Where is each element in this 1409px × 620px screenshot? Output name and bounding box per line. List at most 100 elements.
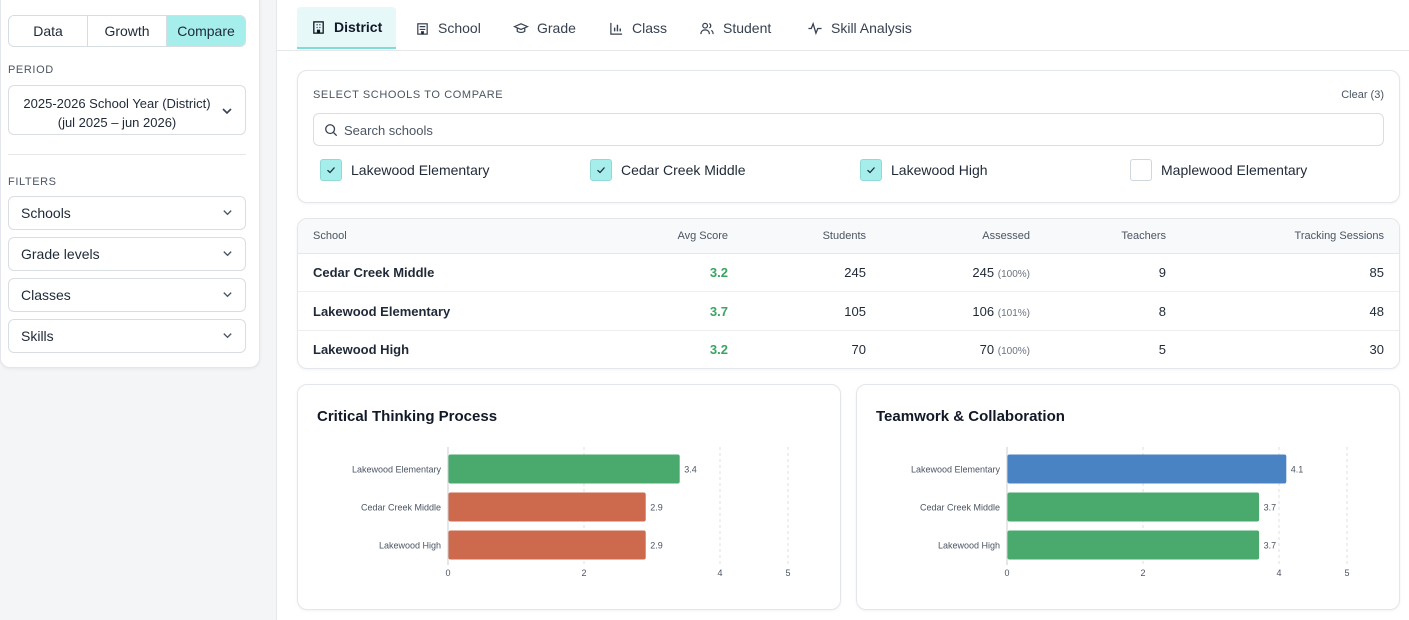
mode-growth-button[interactable]: Growth (88, 16, 167, 46)
x-tick-label: 0 (445, 568, 450, 578)
cell-assessed: 106 (101%) (972, 304, 1030, 319)
tab-student[interactable]: Student (685, 7, 785, 49)
period-line-2: (jul 2025 – jun 2026) (57, 115, 177, 130)
mode-data-button[interactable]: Data (9, 16, 88, 46)
bar-value-label: 4.1 (1291, 465, 1304, 475)
col-students: Students (822, 230, 866, 242)
checkbox[interactable] (1130, 159, 1152, 181)
chevron-down-icon (223, 333, 232, 339)
bar-value-label: 3.7 (1264, 541, 1277, 551)
period-select[interactable]: 2025-2026 School Year (District) (jul 20… (8, 85, 246, 135)
tab-class-label: Class (632, 20, 668, 36)
tab-class[interactable]: Class (595, 7, 681, 49)
col-avg-score: Avg Score (677, 230, 728, 242)
filter-grade-levels-label: Grade levels (21, 246, 100, 262)
filters-label: FILTERS (8, 176, 57, 188)
checkmark-icon (867, 167, 875, 174)
filter-skills-label: Skills (21, 328, 54, 344)
tab-grade[interactable]: Grade (499, 7, 590, 49)
category-label: Lakewood Elementary (911, 465, 1001, 475)
category-label: Cedar Creek Middle (361, 503, 441, 513)
filter-classes-label: Classes (21, 287, 71, 303)
school-checkbox-label: Lakewood High (891, 162, 988, 178)
table-row[interactable]: Lakewood Elementary 3.7 105 106 (101%) 8… (298, 293, 1399, 331)
filter-grade-levels[interactable]: Grade levels (8, 237, 246, 271)
bar (448, 530, 646, 560)
school-search (313, 113, 1384, 146)
x-tick-label: 2 (1140, 568, 1145, 578)
chevron-down-icon (223, 210, 232, 216)
bar (448, 454, 680, 484)
school-compare-selector: SELECT SCHOOLS TO COMPARE Clear (3) Lake… (297, 70, 1400, 203)
x-tick-label: 4 (1276, 568, 1281, 578)
assessed-count: 106 (972, 304, 995, 319)
bar-value-label: 2.9 (650, 503, 663, 513)
chevron-down-icon (222, 108, 232, 115)
filter-schools[interactable]: Schools (8, 196, 246, 230)
assessed-percent: (100%) (997, 346, 1030, 357)
cell-school: Lakewood High (313, 342, 410, 357)
mode-compare-button[interactable]: Compare (167, 16, 245, 46)
view-mode-toggle: Data Growth Compare (8, 15, 246, 47)
tab-skill-analysis[interactable]: Skill Analysis (793, 7, 926, 49)
school-checkbox-lakewood-high[interactable]: Lakewood High (860, 159, 988, 181)
tab-school[interactable]: School (401, 7, 495, 49)
school-checkbox-label: Maplewood Elementary (1161, 162, 1308, 178)
clear-selection-button[interactable]: Clear (3) (1341, 89, 1384, 101)
cell-school: Cedar Creek Middle (313, 265, 435, 280)
main-panel: District School Grade Class Student Skil… (276, 0, 1409, 620)
checkmark-icon (327, 167, 335, 174)
graduation-cap-icon (513, 22, 529, 33)
cell-tracking-sessions: 48 (1369, 304, 1384, 319)
school-checkbox-lakewood-elementary[interactable]: Lakewood Elementary (320, 159, 490, 181)
table-row[interactable]: Lakewood High 3.2 70 70 (100%) 5 30 (298, 332, 1399, 368)
x-tick-label: 5 (785, 568, 790, 578)
school-checkbox-cedar-creek-middle[interactable]: Cedar Creek Middle (590, 159, 746, 181)
cell-teachers: 9 (1158, 265, 1166, 280)
period-line-1: 2025-2026 School Year (District) (23, 96, 211, 111)
filter-schools-label: Schools (21, 205, 71, 221)
col-school: School (313, 230, 347, 242)
checkbox[interactable] (860, 159, 882, 181)
search-input[interactable] (344, 120, 1344, 140)
category-label: Lakewood Elementary (352, 465, 442, 475)
filter-classes[interactable]: Classes (8, 278, 246, 312)
cell-assessed: 245 (100%) (972, 265, 1030, 280)
bar-value-label: 3.4 (684, 465, 697, 475)
period-label: PERIOD (8, 64, 54, 76)
cell-avg-score: 3.2 (709, 265, 728, 280)
school-checkbox-label: Cedar Creek Middle (621, 162, 746, 178)
cell-assessed: 70 (100%) (980, 342, 1030, 357)
activity-icon (808, 21, 822, 35)
chart-card-critical-thinking: Critical Thinking Process 3.4 Lakewood El… (297, 384, 841, 610)
category-label: Lakewood High (379, 541, 441, 551)
school-checkbox-maplewood-elementary[interactable]: Maplewood Elementary (1130, 159, 1307, 181)
table-row[interactable]: Cedar Creek Middle 3.2 245 245 (100%) 9 … (298, 254, 1399, 292)
bar (448, 492, 646, 522)
users-icon (700, 22, 714, 34)
tab-student-label: Student (723, 20, 772, 36)
filter-skills[interactable]: Skills (8, 319, 246, 353)
assessed-count: 70 (979, 342, 995, 357)
bar (1007, 492, 1260, 522)
sidebar: Data Growth Compare PERIOD 2025-2026 Sch… (0, 0, 260, 368)
school-checkbox-label: Lakewood Elementary (351, 162, 490, 178)
tab-skill-analysis-label: Skill Analysis (831, 20, 912, 36)
chart-card-teamwork: Teamwork & Collaboration 4.1 Lakewood Ele… (856, 384, 1400, 610)
bar-chart-icon (610, 22, 623, 35)
checkbox[interactable] (320, 159, 342, 181)
x-tick-label: 5 (1344, 568, 1349, 578)
bar-value-label: 3.7 (1264, 503, 1277, 513)
category-label: Lakewood High (938, 541, 1000, 551)
cell-students: 245 (844, 265, 866, 280)
cell-students: 105 (844, 304, 866, 319)
tab-district[interactable]: District (297, 7, 397, 49)
chevron-down-icon (223, 251, 232, 257)
assessed-count: 245 (972, 265, 995, 280)
assessed-percent: (101%) (997, 308, 1030, 319)
period-value: 2025-2026 School Year (District) (jul 20… (17, 94, 217, 132)
checkbox[interactable] (590, 159, 612, 181)
assessed-percent: (100%) (997, 269, 1030, 280)
cell-tracking-sessions: 85 (1369, 265, 1384, 280)
x-tick-label: 2 (581, 568, 586, 578)
